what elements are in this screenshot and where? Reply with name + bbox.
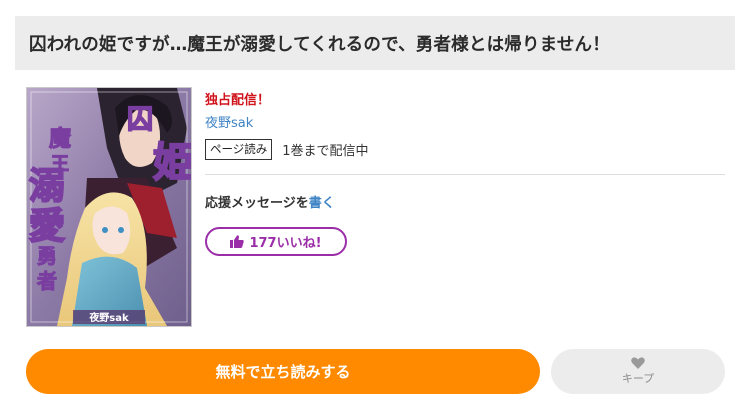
title-bar: 囚われの姫ですが…魔王が溺愛してくれるので、勇者様とは帰りません！ xyxy=(15,16,735,70)
book-cover[interactable]: 魔 王 溺 愛 囚 姫 勇 者 夜野sak xyxy=(26,87,192,327)
cover-author-credit: 夜野sak xyxy=(88,311,129,324)
heart-icon xyxy=(631,357,645,369)
keep-label: キープ xyxy=(621,372,655,385)
author-link[interactable]: 夜野sak xyxy=(205,112,253,131)
divider xyxy=(205,174,725,175)
meta-row: ページ読み 1巻まで配信中 xyxy=(205,139,369,160)
svg-text:愛: 愛 xyxy=(29,205,65,247)
svg-text:溺: 溺 xyxy=(29,165,65,207)
like-button[interactable]: 177いいね! xyxy=(205,227,347,256)
svg-text:姫: 姫 xyxy=(153,139,191,186)
format-tag: ページ読み xyxy=(205,139,273,160)
svg-text:勇: 勇 xyxy=(37,244,57,268)
svg-text:魔: 魔 xyxy=(49,126,71,152)
page-title: 囚われの姫ですが…魔王が溺愛してくれるので、勇者様とは帰りません！ xyxy=(29,34,610,55)
svg-text:者: 者 xyxy=(36,269,57,293)
like-count: 177いいね! xyxy=(249,236,322,251)
keep-button[interactable]: キープ xyxy=(551,349,725,394)
cheer-message: 応援メッセージを書く xyxy=(205,192,335,211)
cheer-write-link[interactable]: 書く xyxy=(309,196,335,211)
exclusive-badge: 独占配信！ xyxy=(205,93,271,108)
svg-text:囚: 囚 xyxy=(127,105,153,135)
availability-text: 1巻まで配信中 xyxy=(282,144,369,159)
thumbs-up-icon xyxy=(230,235,245,248)
cheer-text: 応援メッセージを xyxy=(205,196,309,211)
cover-image: 魔 王 溺 愛 囚 姫 勇 者 夜野sak xyxy=(27,88,191,326)
read-free-button[interactable]: 無料で立ち読みする xyxy=(26,349,540,394)
